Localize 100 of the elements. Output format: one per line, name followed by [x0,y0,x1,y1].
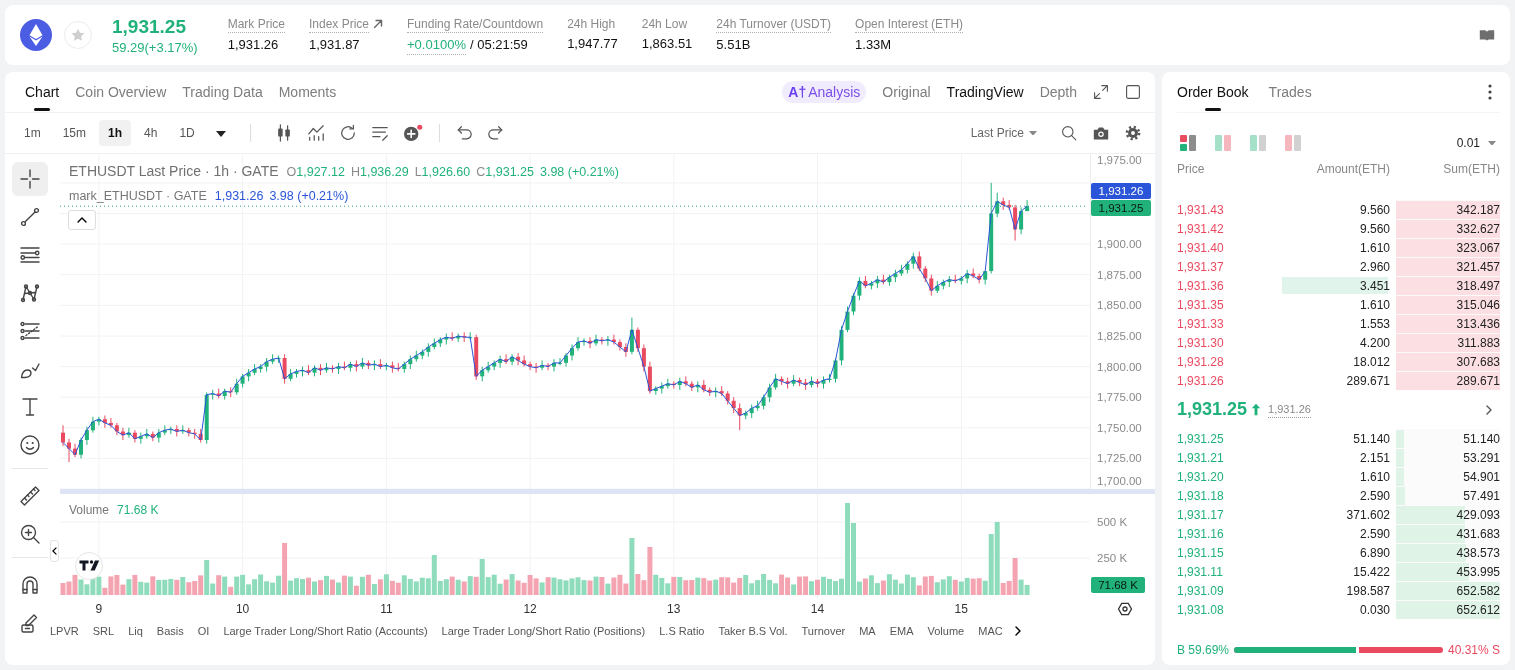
volume-axis-label: 250 K [1097,552,1128,564]
trend-line-icon [20,207,40,227]
chart-tab[interactable]: Trading Data [182,72,263,112]
order-book-tab[interactable]: Order Book [1177,72,1249,112]
sum-value: 321.457 [1456,258,1500,276]
plus-circle-icon[interactable] [402,124,423,142]
settings-icon[interactable] [1125,125,1141,141]
time-axis-label: 12 [523,602,537,616]
mark-price-value: 1,931.26 [1268,400,1311,419]
redo-icon[interactable] [486,125,504,141]
indicator-tab[interactable]: MA [859,622,876,640]
stat-value: +0.0100% [407,35,466,55]
price-axis-label: 1,800.00 [1097,360,1142,373]
time-axis-label: 10 [235,602,250,616]
sum-value: 315.046 [1456,296,1500,314]
price-axis-label: 1,825.00 [1097,330,1142,342]
caret-down-icon[interactable] [215,130,226,137]
chart-tab[interactable]: Chart [25,72,60,112]
ask-price: 1,931.35 [1177,296,1224,314]
interval-button[interactable]: 1D [170,120,204,146]
column-header: Amount(ETH) [1316,161,1390,178]
sum-value: 54.901 [1463,468,1500,486]
scroll-right-button[interactable] [1014,626,1021,636]
book-icon[interactable] [1479,28,1495,42]
volume-tag: 71.68 K [1091,577,1145,593]
chart-view-tab[interactable]: TradingView [946,81,1024,103]
list-icon[interactable] [370,124,389,142]
stat-label: 24h Turnover (USDT) [716,15,832,33]
drawing-tool-button[interactable] [12,162,48,196]
ohlc-value: C1,931.25 [476,164,534,181]
interval-button[interactable]: 15m [53,120,95,146]
chart-logo-icon [75,552,103,580]
chart-view-tab[interactable]: Depth [1039,81,1077,103]
mark-series-value: 1,931.26 [214,188,264,205]
mark-price-tag: 1,931.26 [1091,183,1151,199]
amount-value: 3.451 [1359,277,1390,295]
price-change: 59.29(+3.17%) [112,38,198,56]
amount-value: 18.012 [1353,353,1390,371]
time-axis-label: 9 [95,602,103,616]
sum-value: 318.497 [1456,277,1500,295]
indicator-tab[interactable]: L.S Ratio [659,622,705,640]
indicator-tab[interactable]: MAC [978,622,1003,640]
replay-icon[interactable] [338,124,357,142]
stat-value: 5.51B [716,35,751,54]
indicator-tab[interactable]: LPVR [50,622,79,640]
search-icon[interactable] [1061,125,1077,141]
amount-value: 0.030 [1359,601,1390,619]
column-header: Price [1177,161,1206,178]
toolbar-toggle-button[interactable] [50,540,59,562]
camera-icon[interactable] [1093,125,1109,141]
price-axis-label: 1,900.00 [1097,238,1142,251]
price-axis-label: 1,775.00 [1097,391,1142,404]
chevron-right-icon[interactable] [1486,404,1492,415]
amount-value: 2.590 [1359,487,1390,505]
undo-icon[interactable] [455,125,473,141]
more-menu-icon[interactable] [1488,84,1492,100]
stat-label: Index Price [309,15,370,33]
precision-dropdown[interactable]: 0.01 [1456,134,1496,152]
interval-button[interactable]: 4h [135,120,167,146]
sum-value: 438.573 [1456,544,1500,562]
sum-value: 652.612 [1456,601,1500,619]
volume-axis-label: 500 K [1097,516,1128,528]
crosshair-icon [20,169,40,189]
settings-icon[interactable] [1117,602,1133,616]
ai-analysis-button[interactable]: A†Analysis [782,81,867,103]
amount-value: 1.610 [1359,296,1390,314]
indicator-chart-icon[interactable] [306,124,325,142]
price-source-dropdown[interactable]: Last Price [970,124,1037,142]
order-book-tab[interactable]: Trades [1268,72,1312,112]
collapse-legend-button[interactable] [68,210,96,230]
amount-value: 1.553 [1359,315,1390,333]
indicator-tab[interactable]: Volume [927,622,965,640]
square-icon[interactable] [1125,84,1141,100]
price-axis-label: 1,875.00 [1097,268,1142,281]
indicator-tab[interactable]: EMA [889,622,914,640]
chart-view-tab[interactable]: Original [882,81,931,103]
stat-value: 1,947.77 [567,34,618,53]
amount-value: 289.671 [1346,372,1390,390]
volume-value: 71.68 K [117,503,159,517]
book-layout-icon[interactable] [1180,135,1196,151]
indicator-tab[interactable]: Taker B.S Vol. [718,622,788,640]
indicator-tab[interactable]: Liq [128,622,143,640]
ask-price: 1,931.28 [1177,353,1224,371]
chart-tab[interactable]: Coin Overview [75,72,167,112]
indicator-tab[interactable]: Turnover [801,622,846,640]
amount-value: 9.560 [1359,220,1390,238]
sum-value: 652.582 [1456,582,1500,600]
time-axis-label: 11 [380,602,393,616]
indicator-tab[interactable]: Large Trader Long/Short Ratio (Positions) [441,622,646,640]
levels-icon [20,321,40,341]
stat-label: 24h Low [641,15,688,32]
indicator-tab[interactable]: SRL [92,622,115,640]
arrow-up-right-icon[interactable] [373,19,384,29]
chart-tab[interactable]: Moments [278,72,337,112]
indicator-tab[interactable]: OI [197,622,210,640]
expand-icon[interactable] [1093,84,1109,100]
interval-button[interactable]: 1m [15,120,50,146]
indicator-tab[interactable]: Large Trader Long/Short Ratio (Accounts) [223,622,428,640]
indicator-tab[interactable]: Basis [156,622,184,640]
interval-button[interactable]: 1h [99,120,132,146]
